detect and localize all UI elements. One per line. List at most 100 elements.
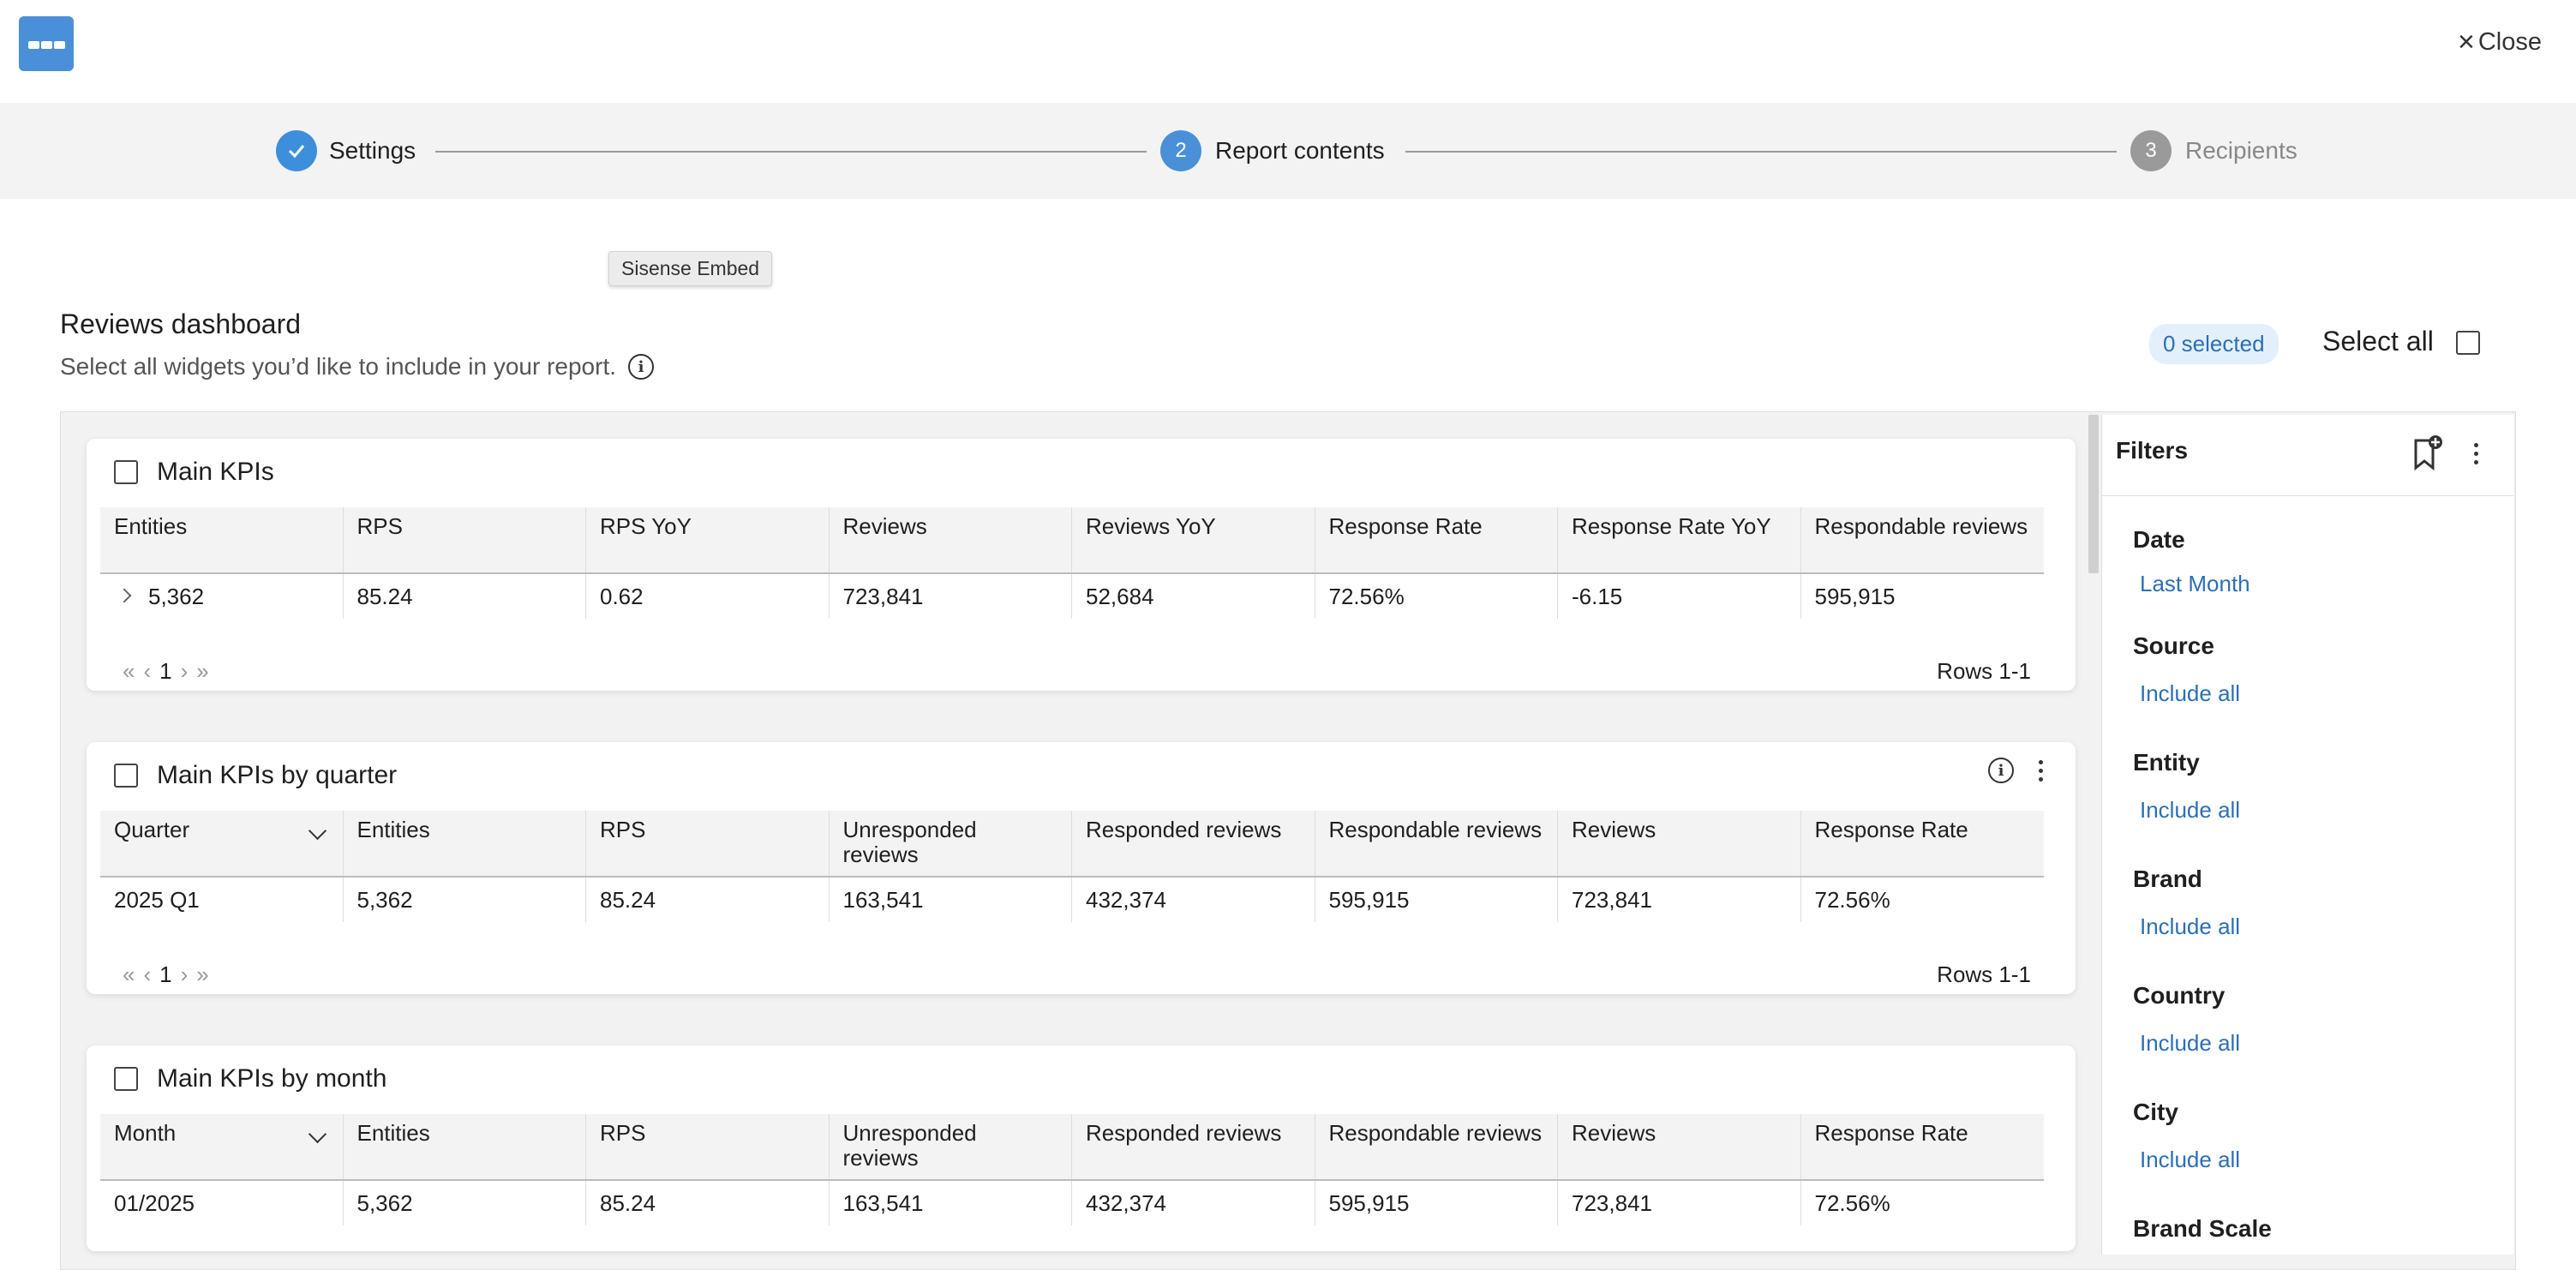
filter-value-brand[interactable]: Include all [2140, 914, 2240, 940]
table-row: 5,362 85.24 0.62 723,841 52,684 72.56% -… [100, 574, 2044, 619]
widget-checkbox[interactable] [114, 1067, 138, 1091]
column-header[interactable]: Response Rate [1801, 1114, 2045, 1179]
column-header[interactable]: Reviews [830, 507, 1072, 572]
chevron-down-icon[interactable] [308, 1124, 326, 1144]
first-page-icon[interactable]: « [123, 658, 135, 685]
table-cell: 595,915 [1315, 878, 1558, 922]
table-cell: 72.56% [1315, 574, 1558, 619]
column-header[interactable]: RPS [344, 507, 586, 572]
prev-page-icon[interactable]: ‹ [143, 961, 151, 988]
table-cell: 72.56% [1814, 1190, 1890, 1216]
column-header[interactable]: Respondable reviews [1801, 507, 2045, 572]
column-header[interactable]: Response Rate [1315, 507, 1558, 572]
info-icon[interactable]: i [1988, 758, 2014, 783]
column-header[interactable]: Respondable reviews [1315, 811, 1558, 876]
scrollbar[interactable] [2088, 415, 2099, 573]
first-page-icon[interactable]: « [123, 961, 135, 988]
table-cell: 01/2025 [100, 1181, 344, 1225]
column-header[interactable]: Quarter [100, 811, 344, 876]
filter-value-entity[interactable]: Include all [2140, 797, 2240, 824]
column-header[interactable]: Reviews YoY [1072, 507, 1315, 572]
step-done-circle [276, 130, 317, 171]
last-page-icon[interactable]: » [196, 961, 208, 988]
column-header[interactable]: Entities [100, 507, 344, 572]
more-options-icon[interactable] [2038, 759, 2043, 782]
table-header-row: Quarter Entities RPS Unresponded reviews… [100, 811, 2044, 878]
column-header[interactable]: Responded reviews [1072, 811, 1315, 876]
filter-label-city: City [2133, 1099, 2178, 1125]
widget-card-main-kpis-by-month: Main KPIs by month Month Entities RPS Un… [87, 1045, 2076, 1251]
table-header-row: Month Entities RPS Unresponded reviews R… [100, 1114, 2044, 1181]
filter-value-city[interactable]: Include all [2140, 1147, 2240, 1173]
data-table: Entities RPS RPS YoY Reviews Reviews YoY… [100, 507, 2044, 619]
checkmark-icon [288, 145, 305, 159]
table-header-row: Entities RPS RPS YoY Reviews Reviews YoY… [100, 507, 2044, 574]
column-header[interactable]: Entities [344, 1114, 586, 1179]
next-page-icon[interactable]: › [181, 658, 189, 685]
logo-dot-icon [54, 41, 65, 49]
column-header[interactable]: RPS [586, 811, 830, 876]
table-cell: 163,541 [830, 1181, 1072, 1225]
page-number: 1 [159, 658, 172, 684]
chevron-down-icon[interactable] [308, 821, 326, 841]
info-icon[interactable]: i [628, 354, 655, 380]
widget-card-main-kpis-by-quarter: Main KPIs by quarter i Quarter Entities … [87, 742, 2076, 994]
filter-value-country[interactable]: Include all [2140, 1030, 2240, 1057]
page-title: Reviews dashboard [60, 309, 302, 339]
cell-value: 5,362 [148, 584, 205, 609]
table-cell: 163,541 [830, 878, 1072, 922]
selected-count-badge: 0 selected [2149, 324, 2279, 364]
bookmark-add-icon[interactable] [2411, 434, 2445, 473]
column-header[interactable]: Entities [344, 811, 586, 876]
widget-checkbox[interactable] [114, 764, 138, 788]
column-header[interactable]: Respondable reviews [1315, 1114, 1558, 1179]
widget-title: Main KPIs by quarter [157, 761, 398, 789]
filter-value-date[interactable]: Last Month [2140, 571, 2250, 597]
filter-value-source[interactable]: Include all [2140, 680, 2240, 707]
data-table: Quarter Entities RPS Unresponded reviews… [100, 811, 2044, 922]
close-label: Close [2477, 27, 2542, 56]
filter-label-brand-scale: Brand Scale [2133, 1215, 2272, 1242]
next-page-icon[interactable]: › [181, 961, 189, 988]
page-number: 1 [159, 961, 172, 987]
expand-chevron-icon[interactable] [117, 588, 132, 603]
widget-checkbox[interactable] [114, 460, 138, 484]
widget-title: Main KPIs by month [157, 1064, 387, 1093]
column-header[interactable]: Unresponded reviews [830, 1114, 1072, 1179]
column-header-label: Month [114, 1120, 177, 1146]
column-header[interactable]: Reviews [1558, 1114, 1801, 1179]
table-cell: 723,841 [830, 574, 1072, 619]
step-label-settings[interactable]: Settings [329, 137, 416, 165]
page-subtitle: Select all widgets you’d like to include… [60, 353, 655, 380]
last-page-icon[interactable]: » [196, 658, 208, 685]
column-header[interactable]: RPS [586, 1114, 830, 1179]
subtitle-text: Select all widgets you’d like to include… [60, 353, 617, 380]
table-cell: 5,362 [344, 878, 586, 922]
table-cell: 723,841 [1558, 1181, 1801, 1225]
column-header[interactable]: Reviews [1558, 811, 1801, 876]
column-header[interactable]: Month [100, 1114, 344, 1179]
step-label-report-contents[interactable]: Report contents [1215, 137, 1385, 165]
rows-count: Rows 1-1 [1937, 658, 2031, 684]
card-actions: i [1988, 758, 2043, 783]
close-button[interactable]: × Close [2458, 27, 2542, 57]
column-header[interactable]: Response Rate [1801, 811, 2045, 876]
column-header[interactable]: RPS YoY [586, 507, 830, 572]
column-header-label: Quarter [114, 817, 190, 842]
step-active-circle: 2 [1160, 130, 1201, 171]
step-label-recipients[interactable]: Recipients [2185, 137, 2297, 165]
rows-count: Rows 1-1 [1937, 961, 2031, 987]
more-options-icon[interactable] [2473, 443, 2478, 464]
column-header[interactable]: Response Rate YoY [1558, 507, 1801, 572]
app-logo [19, 16, 74, 71]
step-connector [435, 151, 1147, 153]
column-header[interactable]: Responded reviews [1072, 1114, 1315, 1179]
prev-page-icon[interactable]: ‹ [143, 658, 151, 685]
data-table: Month Entities RPS Unresponded reviews R… [100, 1114, 2044, 1225]
select-all-checkbox[interactable] [2456, 331, 2480, 355]
pagination: « ‹ 1 › » [123, 658, 209, 685]
step-pending-circle: 3 [2130, 130, 2172, 171]
table-cell: 85.24 [586, 878, 830, 922]
select-all-label[interactable]: Select all [2322, 326, 2434, 357]
column-header[interactable]: Unresponded reviews [830, 811, 1072, 876]
